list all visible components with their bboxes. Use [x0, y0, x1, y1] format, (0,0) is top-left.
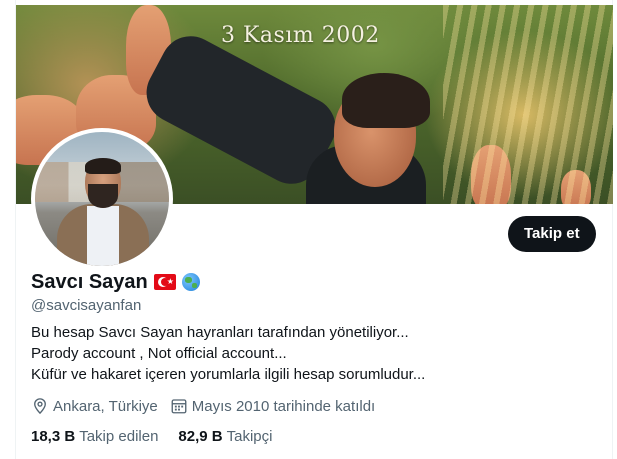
follow-stats: 18,3 B Takip edilen 82,9 B Takipçi [31, 428, 272, 445]
followers-label: Takipçi [226, 428, 273, 445]
globe-icon [181, 273, 200, 291]
location-text: Ankara, Türkiye [53, 397, 158, 415]
following-label: Takip edilen [79, 428, 159, 445]
calendar-icon [171, 399, 187, 414]
follow-button[interactable]: Takip et [508, 216, 596, 252]
turkey-flag-icon: ★ [153, 274, 176, 290]
joined-item: Mayıs 2010 tarihinde katıldı [170, 397, 375, 415]
following-link[interactable]: 18,3 B Takip edilen [31, 428, 158, 445]
display-name: Savcı Sayan [31, 271, 148, 293]
avatar-hair [85, 158, 121, 174]
profile-bio: Bu hesap Savcı Sayan hayranları tarafınd… [31, 322, 425, 385]
bio-line: Küfür ve hakaret içeren yorumlarla ilgil… [31, 366, 426, 383]
avatar[interactable] [31, 128, 173, 270]
profile-handle: @savcisayanfan [31, 297, 142, 314]
bio-line: Bu hesap Savcı Sayan hayranları tarafınd… [31, 324, 409, 341]
profile-meta: Ankara, Türkiye Mayıs 2010 tarihinde kat… [31, 397, 375, 415]
avatar-shirt [87, 206, 119, 266]
profile-card: 3 Kasım 2002 Takip et Savcı Sayan ★ @sav… [15, 0, 613, 459]
following-count: 18,3 B [31, 428, 76, 445]
banner-hair [342, 73, 430, 128]
joined-text: Mayıs 2010 tarihinde katıldı [191, 397, 376, 415]
location-item: Ankara, Türkiye [31, 397, 158, 415]
followers-link[interactable]: 82,9 B Takipçi [178, 428, 272, 445]
followers-count: 82,9 B [178, 428, 223, 445]
location-pin-icon [34, 398, 46, 415]
avatar-beard [88, 184, 118, 208]
banner-title: 3 Kasım 2002 [221, 23, 380, 48]
name-row: Savcı Sayan ★ [31, 270, 200, 294]
bio-line: Parody account , Not official account... [31, 345, 287, 362]
banner-light [443, 5, 613, 204]
